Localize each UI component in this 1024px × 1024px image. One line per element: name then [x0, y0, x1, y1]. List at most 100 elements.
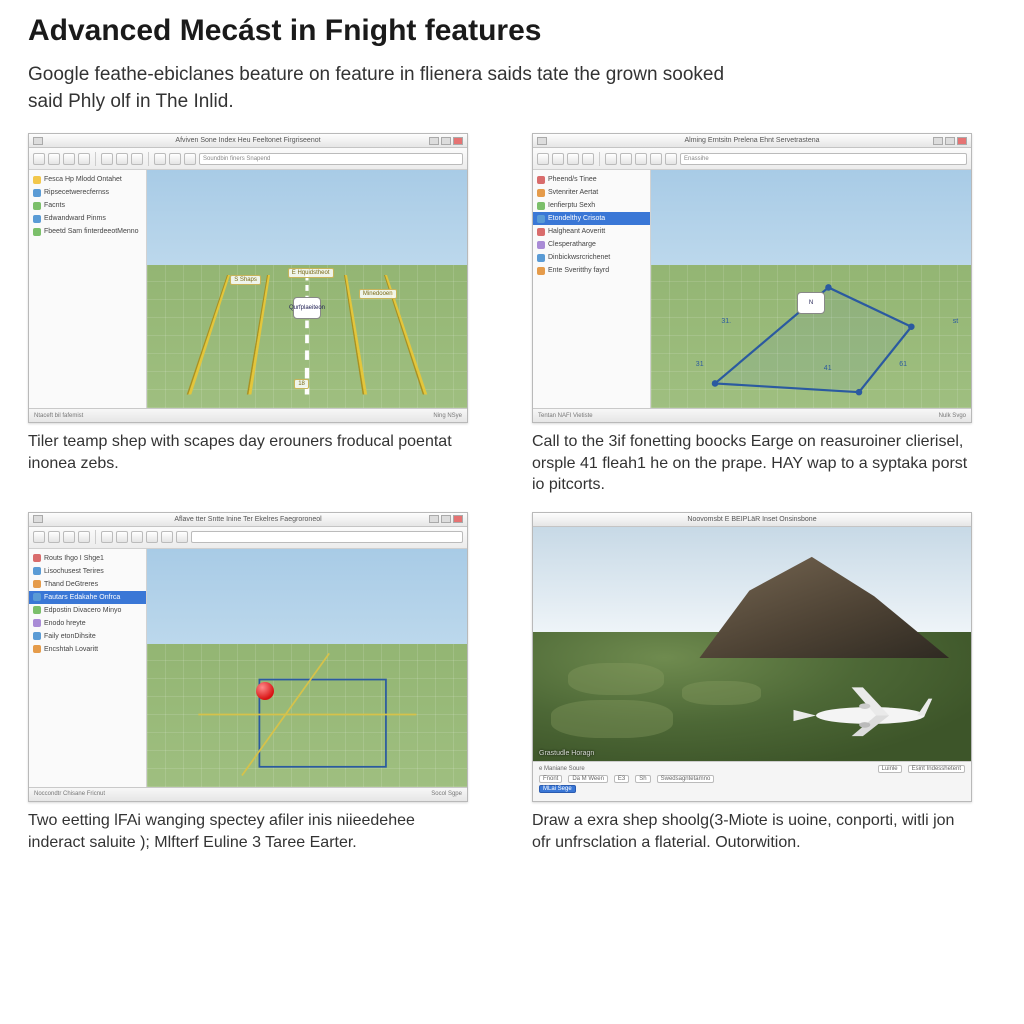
tool-icon[interactable] [537, 153, 549, 165]
sidebar-item[interactable]: Edpostin Divacero Minyo [29, 604, 146, 617]
sidebar-item-label: Encshtah Lovaritt [44, 646, 98, 653]
panel-chip[interactable]: Sh [635, 775, 650, 783]
tool-icon[interactable] [620, 153, 632, 165]
tool-icon[interactable] [635, 153, 647, 165]
tool-icon[interactable] [146, 531, 158, 543]
tool-icon[interactable] [552, 153, 564, 165]
cell-3: Aflave tter Sntte Inine Ter Ekelres Faeg… [28, 512, 492, 853]
sidebar-item[interactable]: Ente Sveritthy fayrd [533, 264, 650, 277]
app-window-3: Aflave tter Sntte Inine Ter Ekelres Faeg… [28, 512, 468, 802]
tool-icon[interactable] [116, 153, 128, 165]
tool-icon[interactable] [101, 531, 113, 543]
sidebar-item[interactable]: Svtenriter Aertat [533, 186, 650, 199]
sidebar-item[interactable]: Halgheant Aoveritt [533, 225, 650, 238]
close-button[interactable] [453, 137, 463, 145]
sidebar-item[interactable]: Clesperatharge [533, 238, 650, 251]
tool-icon[interactable] [63, 531, 75, 543]
tool-icon[interactable] [131, 531, 143, 543]
sidebar-item[interactable]: Fautars Edakahe Onfrca [29, 591, 146, 604]
screenshot-grid: Afviven Sone Index Heu Feeltonet Firgris… [28, 133, 996, 853]
sidebar-item[interactable]: Enodo hreyte [29, 617, 146, 630]
close-button[interactable] [453, 515, 463, 523]
sidebar-item[interactable]: Fbeetd Sam finterdeeotMenno [29, 225, 146, 238]
panel-chip[interactable]: Da M Ween [568, 775, 608, 783]
tool-icon[interactable] [154, 153, 166, 165]
tool-icon[interactable] [63, 153, 75, 165]
panel-chip[interactable]: Fnont [539, 775, 562, 783]
panel-chip[interactable]: Swedsagntetamno [657, 775, 715, 783]
window-title: Noovomsbt E BEIPLäR Inset Onsinsbone [687, 516, 816, 523]
layer-icon [537, 215, 545, 223]
search-field[interactable]: Soundbin finers Snapend [199, 153, 463, 165]
tool-icon[interactable] [33, 531, 45, 543]
window-title: Aflave tter Sntte Inine Ter Ekelres Faeg… [174, 516, 321, 523]
sidebar-item[interactable]: Fesca Hp Mlodd Ontahet [29, 173, 146, 186]
titlebar: Aflave tter Sntte Inine Ter Ekelres Faeg… [29, 513, 467, 527]
tool-icon[interactable] [184, 153, 196, 165]
viewport[interactable]: 31 41 61 st 31. N [651, 170, 971, 408]
tool-icon[interactable] [605, 153, 617, 165]
layer-icon [33, 228, 41, 236]
tool-icon[interactable] [33, 153, 45, 165]
search-field[interactable] [191, 531, 463, 543]
marker-icon[interactable] [256, 682, 274, 700]
cell-2: Alming Erntsitn Prelena Ehnt Servetraste… [532, 133, 996, 496]
minimize-button[interactable] [429, 515, 439, 523]
sidebar-item[interactable]: Ienfierptu Sexh [533, 199, 650, 212]
tool-icon[interactable] [116, 531, 128, 543]
tool-icon[interactable] [78, 153, 90, 165]
tool-icon[interactable] [78, 531, 90, 543]
sidebar-item-label: Svtenriter Aertat [548, 189, 598, 196]
minimize-button[interactable] [933, 137, 943, 145]
sidebar-item[interactable]: Lisochusest Terires [29, 565, 146, 578]
center-badge[interactable]: Qurfplaeiteon [293, 297, 321, 319]
sidebar-item[interactable]: Dinbickwsrcrichenet [533, 251, 650, 264]
tool-icon[interactable] [567, 153, 579, 165]
close-button[interactable] [957, 137, 967, 145]
viewport[interactable]: S Shaps Minedooen E Hquidstheot 18 Qurfp… [147, 170, 467, 408]
tool-icon[interactable] [582, 153, 594, 165]
sidebar-item-label: Fautars Edakahe Onfrca [44, 594, 120, 601]
panel-button[interactable]: Esint Indesshetent [908, 765, 965, 773]
sidebar-item-label: Ripsecetwerecfernss [44, 189, 109, 196]
viewport[interactable]: Grastudle Horagn [533, 527, 971, 761]
layer-icon [33, 606, 41, 614]
tool-icon[interactable] [665, 153, 677, 165]
sidebar-item[interactable]: Facnts [29, 199, 146, 212]
panel-chip[interactable]: MLai Sege [539, 785, 576, 793]
compass-icon[interactable]: N [797, 292, 825, 314]
panel-button[interactable]: Luinle [878, 765, 902, 773]
tool-icon[interactable] [48, 153, 60, 165]
tool-icon[interactable] [161, 531, 173, 543]
titlebar: Noovomsbt E BEIPLäR Inset Onsinsbone [533, 513, 971, 527]
panel-chip[interactable]: E3 [614, 775, 629, 783]
tool-icon[interactable] [169, 153, 181, 165]
runway [147, 275, 467, 394]
tool-icon[interactable] [101, 153, 113, 165]
sidebar-item[interactable]: Thand DeGtreres [29, 578, 146, 591]
sidebar-item-label: Edwandward Pinms [44, 215, 106, 222]
runway-tag: S Shaps [230, 275, 261, 285]
tool-icon[interactable] [176, 531, 188, 543]
sidebar-item[interactable]: Encshtah Lovaritt [29, 643, 146, 656]
maximize-button[interactable] [945, 137, 955, 145]
sidebar-item[interactable]: Routs Ihgo I Shge1 [29, 552, 146, 565]
maximize-button[interactable] [441, 515, 451, 523]
layer-icon [33, 189, 41, 197]
sidebar-item[interactable]: Etondelthy Crisota [533, 212, 650, 225]
sidebar-item[interactable]: Pheend/s Tinee [533, 173, 650, 186]
tool-icon[interactable] [131, 153, 143, 165]
tool-icon[interactable] [650, 153, 662, 165]
tool-icon[interactable] [48, 531, 60, 543]
search-field[interactable]: Enassihe [680, 153, 967, 165]
viewport[interactable] [147, 549, 467, 787]
airplane-icon [786, 678, 936, 738]
sidebar-item-label: Edpostin Divacero Minyo [44, 607, 121, 614]
maximize-button[interactable] [441, 137, 451, 145]
sidebar-item[interactable]: Edwandward Pinms [29, 212, 146, 225]
minimize-button[interactable] [429, 137, 439, 145]
sidebar-item-label: Fesca Hp Mlodd Ontahet [44, 176, 122, 183]
sidebar-item[interactable]: Faily etonDihsite [29, 630, 146, 643]
sidebar-item[interactable]: Ripsecetwerecfernss [29, 186, 146, 199]
layer-icon [33, 632, 41, 640]
